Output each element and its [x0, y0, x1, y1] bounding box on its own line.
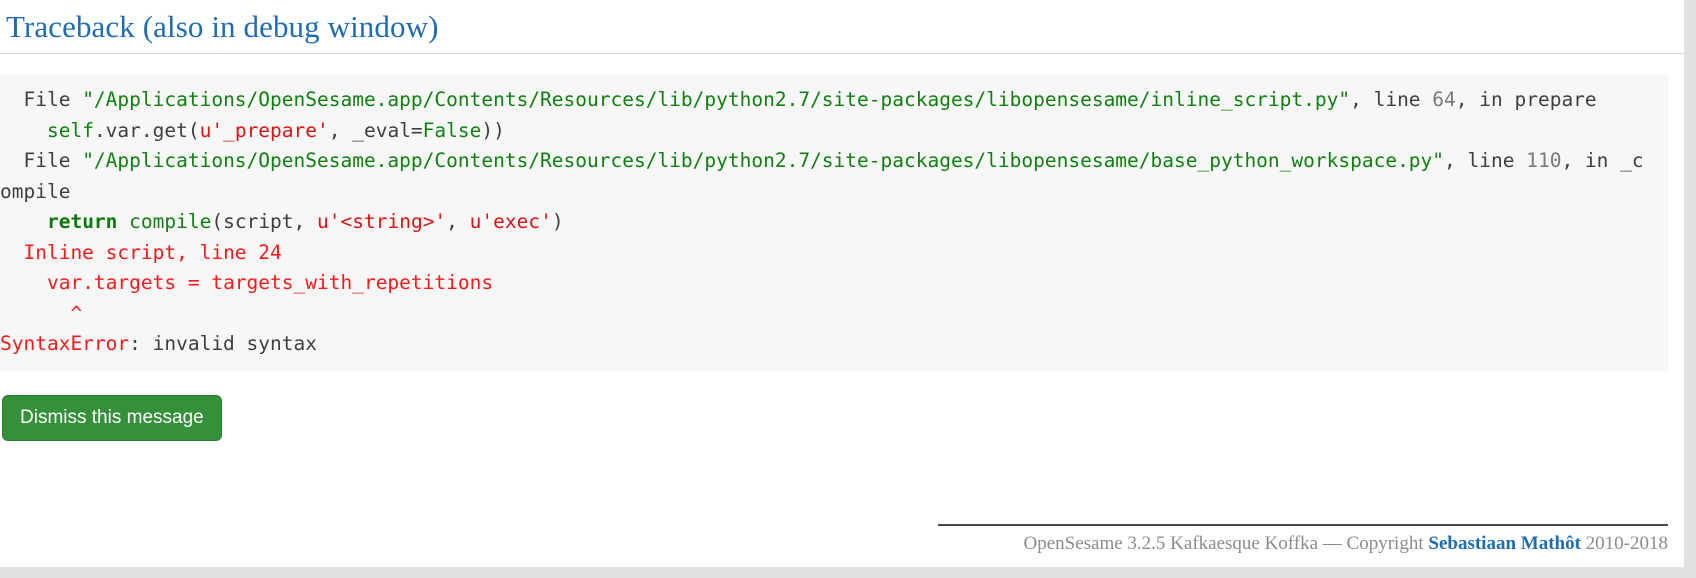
code-token-name: self [46, 118, 94, 142]
code-token-plain: )) [481, 118, 505, 142]
code-token-keyword: return [46, 210, 118, 234]
bottom-status-bar [0, 567, 1696, 578]
code-token-plain: , line [1444, 149, 1527, 173]
footer-divider [938, 524, 1668, 527]
code-token-errorname: SyntaxError [0, 332, 130, 356]
traceback-line: File "/Applications/OpenSesame.app/Conte… [0, 146, 1654, 207]
code-token-name: compile [129, 210, 212, 234]
footer: OpenSesame 3.2.5 Kafkaesque Koffka — Cop… [938, 524, 1668, 556]
traceback-line: ^ [0, 299, 1654, 330]
code-token-plain: : invalid syntax [129, 332, 317, 356]
dismiss-message-button[interactable]: Dismiss this message [2, 394, 222, 441]
code-token-plain: File [0, 149, 83, 173]
traceback-line: Inline script, line 24 [0, 238, 1654, 269]
code-token-number: 110 [1526, 149, 1562, 173]
code-token-plain: , line [1350, 88, 1433, 112]
code-token-ustring: u'<string>' [317, 210, 447, 234]
code-token-name: False [422, 118, 482, 142]
footer-suffix: 2010-2018 [1580, 533, 1668, 555]
author-link[interactable]: Sebastiaan Mathôt [1428, 533, 1581, 554]
traceback-code-block: File "/Applications/OpenSesame.app/Conte… [0, 75, 1668, 371]
code-token-plain: ) [551, 210, 564, 234]
traceback-line: File "/Applications/OpenSesame.app/Conte… [0, 85, 1654, 116]
code-token-plain: File [0, 88, 83, 112]
code-token-plain: , [446, 210, 470, 234]
traceback-line: self.var.get(u'_prepare', _eval=False)) [0, 116, 1654, 147]
code-token-plain: , in prepare [1455, 88, 1597, 112]
code-token-error: var.targets = targets_with_repetitions [0, 271, 494, 295]
code-token-error: Inline script, line 24 [0, 240, 282, 264]
traceback-page: Traceback (also in debug window) File "/… [0, 0, 1684, 578]
code-token-error: ^ [0, 301, 83, 325]
title-divider [0, 53, 1684, 55]
code-token-plain: (script, [211, 210, 318, 234]
traceback-line: var.targets = targets_with_repetitions [0, 268, 1654, 299]
footer-prefix: OpenSesame 3.2.5 Kafkaesque Koffka — Cop… [1023, 533, 1429, 555]
code-token-string: "/Applications/OpenSesame.app/Contents/R… [82, 88, 1351, 112]
code-token-plain: , _eval= [328, 118, 423, 142]
code-token-string: "/Applications/OpenSesame.app/Contents/R… [82, 149, 1445, 173]
code-token-number: 64 [1432, 88, 1456, 112]
traceback-line: SyntaxError: invalid syntax [0, 329, 1654, 360]
code-token-ustring: u'_prepare' [199, 118, 329, 142]
actions-row: Dismiss this message [2, 394, 1684, 441]
vertical-scrollbar[interactable] [1684, 0, 1696, 567]
code-token-plain: .var.get( [93, 118, 200, 142]
footer-text: OpenSesame 3.2.5 Kafkaesque Koffka — Cop… [938, 532, 1668, 556]
code-token-ustring: u'exec' [469, 210, 552, 234]
page-title: Traceback (also in debug window) [6, 9, 439, 44]
traceback-line: return compile(script, u'<string>', u'ex… [0, 207, 1654, 238]
